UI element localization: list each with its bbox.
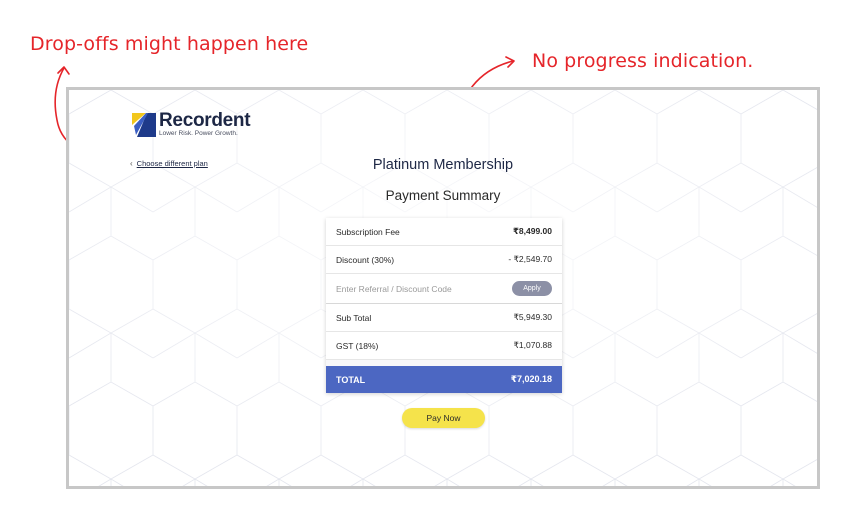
discount-value: - ₹2,549.70: [508, 254, 552, 264]
subtotal-label: Sub Total: [336, 312, 372, 323]
subscription-fee-label: Subscription Fee: [336, 226, 400, 237]
payment-summary-title: Payment Summary: [385, 188, 501, 203]
dropoff-annotation: Drop-offs might happen here: [30, 33, 309, 55]
brand-tagline: Lower Risk. Power Growth.: [159, 130, 238, 137]
subtotal-value: ₹5,949.30: [513, 312, 553, 322]
total-row: TOTAL ₹7,020.18: [326, 366, 562, 393]
discount-code-input[interactable]: [336, 283, 486, 294]
discount-label: Discount (30%): [336, 254, 395, 265]
pay-now-button[interactable]: Pay Now: [402, 408, 485, 428]
recordent-logo-icon: [132, 113, 156, 138]
gst-value: ₹1,070.88: [513, 340, 553, 350]
total-value: ₹7,020.18: [510, 374, 552, 384]
subscription-fee-row: Subscription Fee ₹8,499.00: [326, 218, 562, 246]
total-label: TOTAL: [336, 374, 366, 385]
discount-code-row: Apply: [326, 274, 562, 304]
brand-name: Recordent: [159, 110, 251, 131]
screenshot-frame: Recordent Lower Risk. Power Growth. ‹ Ch…: [66, 87, 820, 489]
progress-annotation: No progress indication.: [532, 50, 754, 72]
payment-summary-card: Subscription Fee ₹8,499.00 Discount (30%…: [326, 218, 562, 393]
progress-arrowhead: [505, 56, 515, 68]
brand-logo: Recordent Lower Risk. Power Growth.: [132, 110, 251, 138]
gst-label: GST (18%): [336, 340, 379, 351]
dropoff-arrowhead: [57, 66, 70, 75]
apply-button[interactable]: Apply: [512, 281, 552, 296]
gst-row: GST (18%) ₹1,070.88: [326, 332, 562, 360]
subscription-fee-value: ₹8,499.00: [512, 226, 552, 236]
stage: Drop-offs might happen here No progress …: [0, 0, 849, 518]
subtotal-row: Sub Total ₹5,949.30: [326, 304, 562, 332]
plan-title: Platinum Membership: [372, 157, 514, 173]
discount-row: Discount (30%) - ₹2,549.70: [326, 246, 562, 274]
